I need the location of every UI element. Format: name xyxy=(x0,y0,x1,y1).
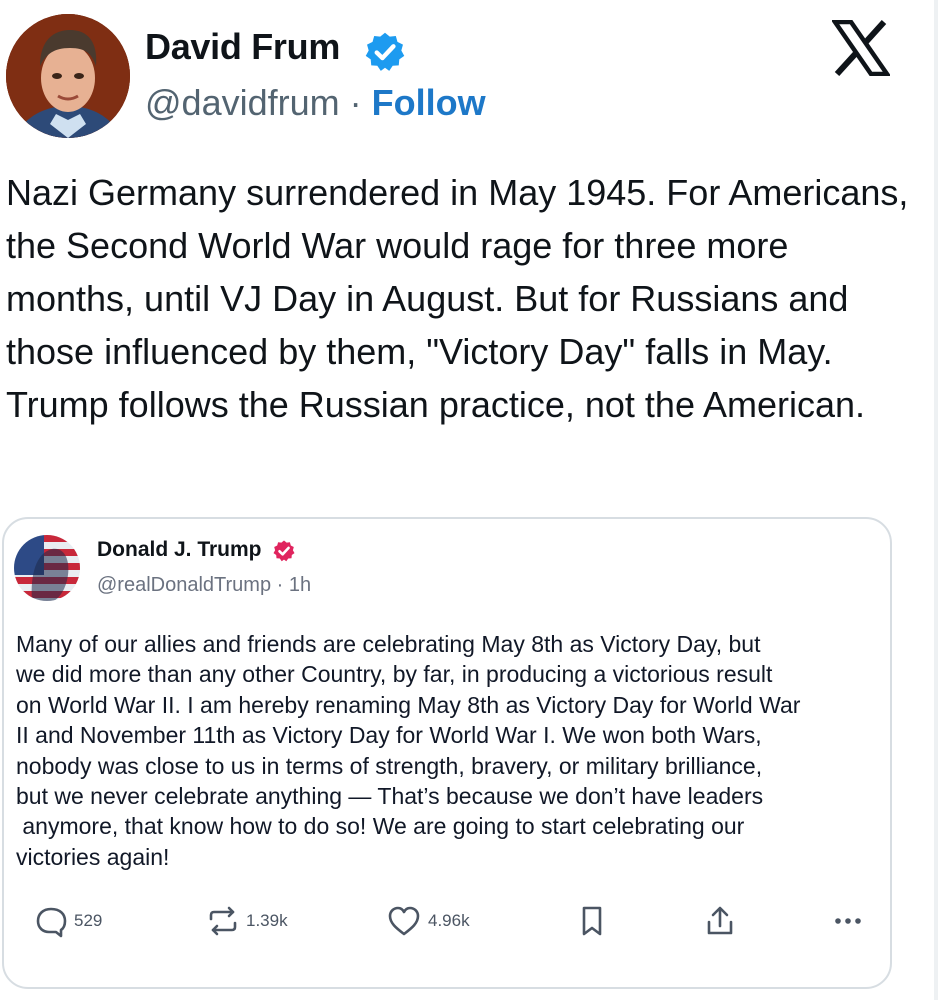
quoted-badge-icon xyxy=(273,540,295,562)
like-button[interactable]: 4.96k xyxy=(386,903,470,939)
follow-button[interactable]: Follow xyxy=(372,82,486,123)
more-button[interactable] xyxy=(832,903,864,939)
verified-badge-icon xyxy=(365,32,405,71)
comment-icon xyxy=(36,907,67,938)
tweet-text: Nazi Germany surrendered in May 1945. Fo… xyxy=(6,172,909,425)
quoted-timestamp[interactable]: 1h xyxy=(289,574,311,596)
author-avatar[interactable] xyxy=(6,14,130,138)
repost-count: 1.39k xyxy=(246,911,288,930)
quoted-line: victories again! xyxy=(16,843,170,870)
bookmark-button[interactable] xyxy=(578,903,606,939)
quoted-handle[interactable]: @realDonaldTrump xyxy=(97,574,271,596)
more-icon xyxy=(835,918,861,924)
bookmark-icon xyxy=(582,906,602,936)
quoted-post-body: Many of our allies and friends are celeb… xyxy=(16,629,888,872)
handle-separator: · xyxy=(349,82,362,123)
quoted-author-name[interactable]: Donald J. Trump xyxy=(97,538,262,562)
author-handle[interactable]: @davidfrum xyxy=(145,82,340,123)
quoted-line: nobody was close to us in terms of stren… xyxy=(16,752,763,779)
quoted-line: anymore, that know how to do so! We are … xyxy=(16,813,745,840)
reply-count: 529 xyxy=(74,911,103,930)
quoted-line: but we never celebrate anything — That’s… xyxy=(16,783,764,810)
reply-button[interactable]: 529 xyxy=(34,903,102,939)
quoted-line: on World War II. I am hereby renaming Ma… xyxy=(16,691,801,718)
repost-button[interactable]: 1.39k xyxy=(206,903,288,939)
quoted-line: II and November 11th as Victory Day for … xyxy=(16,722,762,749)
repost-icon xyxy=(209,906,237,936)
heart-icon xyxy=(388,906,420,936)
x-logo-icon[interactable] xyxy=(832,20,890,76)
quoted-post-card[interactable]: Donald J. Trump @realDonaldTrump · 1h Ma… xyxy=(2,517,892,989)
share-button[interactable] xyxy=(704,903,736,939)
quoted-line: Many of our allies and friends are celeb… xyxy=(16,631,761,657)
share-icon xyxy=(707,906,733,935)
page-edge xyxy=(934,0,938,1000)
quoted-separator: · xyxy=(276,574,284,596)
quoted-handle-row: @realDonaldTrump · 1h xyxy=(97,574,311,597)
quoted-author-avatar[interactable] xyxy=(14,535,80,601)
author-handle-row: @davidfrum · Follow xyxy=(145,82,486,124)
quoted-line: we did more than any other Country, by f… xyxy=(16,661,773,688)
author-avatar-image xyxy=(6,14,130,138)
like-count: 4.96k xyxy=(428,911,470,930)
author-name[interactable]: David Frum xyxy=(145,26,340,68)
quoted-avatar-image xyxy=(14,535,80,601)
